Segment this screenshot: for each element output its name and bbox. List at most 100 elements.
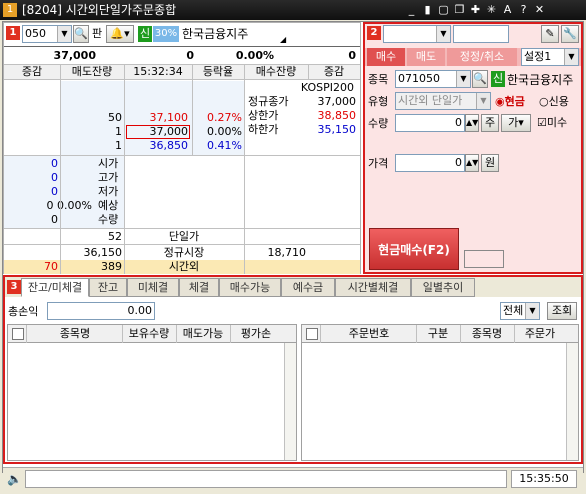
ask-qty: 1 [115,139,122,152]
radio-cash[interactable]: ◉현금 [495,95,525,109]
quote-panel: 1 050 ▼ 🔍 판 🔔▾ 신 30% 한국금융지주 ◢ 37,000 0 0.… [3,22,361,274]
ask-rate: 0.41% [207,139,242,152]
low-value: 0 [51,185,58,198]
chevron-down-icon[interactable]: ▼ [564,49,578,65]
orders-header: 주문번호 구분 종목명 주문가 [302,325,578,343]
order-type-select[interactable]: 시간외 단일가 ▼ [395,92,491,110]
after-hours-qty: 389 [101,260,122,273]
price-stepper[interactable]: ▲▼ [465,154,479,172]
after-hours-label: 시간외 [168,260,200,273]
price-label: 가격 [368,157,389,170]
tab-balance[interactable]: 잔고 [89,278,127,297]
qty-calc-button[interactable]: 가▾ [501,114,531,132]
balance-panel-badge: 3 [7,280,21,294]
ask-qty: 1 [115,125,122,138]
chevron-down-icon[interactable]: ▼ [57,26,71,42]
chevron-down-icon[interactable]: ▼ [476,93,490,109]
tab-sell[interactable]: 매도 [407,48,445,66]
radio-credit-label: 신용 [548,95,569,108]
tab-buyable[interactable]: 매수가능 [219,278,281,297]
price-unit-button[interactable]: 원 [481,154,499,172]
credit-badge: 신 [491,71,505,87]
qty-calc-label: 가 [508,116,519,129]
regular-market-label: 정규시장 [163,246,205,259]
tab-modify-cancel[interactable]: 정정/취소 [447,48,517,66]
stock-code-input[interactable]: 050 ▼ [22,25,72,43]
stock-code-value: 050 [25,27,46,40]
font-icon[interactable]: A [501,3,514,16]
pin-icon[interactable]: ✚ [469,3,482,16]
total-profit-value: 0.00 [47,302,155,320]
single-price-label: 단일가 [168,230,200,243]
order-stock-code-value: 071050 [398,72,440,85]
corner-arrow-icon: ◢ [280,35,287,44]
stock-name: 한국금융지주 [182,27,249,41]
password-input[interactable] [453,25,509,43]
col-order-stock: 종목명 [471,327,503,340]
balance-panel: 3 잔고/미체결 잔고 미체결 체결 매수가능 예수금 시간별체결 일별추이 총… [3,275,583,464]
eraser-icon[interactable]: ✎ [541,25,559,43]
order-stock-code[interactable]: 071050 ▼ [395,70,471,88]
upper-limit-label: 상한가 [248,109,279,122]
header-change: 증감 [21,65,43,78]
chevron-down-icon[interactable]: ▼ [436,26,450,42]
check-misu[interactable]: ☑미수 [537,116,567,130]
type-label: 유형 [368,95,389,108]
radio-credit[interactable]: ○신용 [539,95,569,109]
setting-select[interactable]: 설정1 ▼ [521,48,579,66]
query-button[interactable]: 조회 [547,302,577,320]
tab-buy[interactable]: 매수 [367,48,405,66]
buy-cash-button[interactable]: 현금매수(F2) [369,228,459,270]
chevron-down-icon[interactable]: ▼ [456,71,470,87]
col-order-price: 주문가 [524,327,556,340]
bell-icon[interactable]: 🔔▾ [106,25,134,43]
credit-badge: 신 [138,26,152,42]
wrench-icon[interactable]: 🔧 [561,25,579,43]
select-all-checkbox[interactable] [12,328,24,340]
search-icon[interactable]: 🔍 [472,70,488,88]
orders-scrollbar[interactable] [566,343,578,460]
header-change2: 증감 [323,65,345,78]
star-icon[interactable]: ✳ [485,3,498,16]
check-misu-label: 미수 [546,116,568,129]
orders-grid: 주문번호 구분 종목명 주문가 [301,324,579,461]
mouse-icon[interactable]: ▮ [421,3,434,16]
tab-unfilled[interactable]: 미체결 [127,278,179,297]
filter-select[interactable]: 전체 ▼ [500,302,540,320]
account-select[interactable]: ▼ [383,25,451,43]
qty-unit-button[interactable]: 주 [481,114,499,132]
order-type-value: 시간외 단일가 [398,94,463,107]
qty-stepper[interactable]: ▲▼ [465,114,479,132]
tab-balance-unfilled[interactable]: 잔고/미체결 [21,278,89,297]
tab-hourly-fill[interactable]: 시간별체결 [335,278,411,297]
speaker-icon[interactable]: 🔈 [7,472,22,486]
chevron-down-icon[interactable]: ▼ [525,303,539,319]
ask-price: 37,000 [149,125,189,138]
frame-icon[interactable]: ▢ [437,3,450,16]
low-label: 저가 [98,185,119,198]
ask-qty: 50 [108,111,122,124]
holdings-grid: 종목명 보유수량 매도가능 평가손 [7,324,297,461]
after-hours-row: 70 389 시간외 [4,260,360,274]
price-input[interactable]: 0 [395,154,465,172]
summary-price: 37,000 [53,49,96,62]
header-bid-qty: 매수잔량 [255,65,297,78]
high-value: 0 [51,171,58,184]
holdings-scrollbar[interactable] [284,343,296,460]
prev-close-label: 정규종가 [248,95,289,108]
restore-icon[interactable]: ❐ [453,3,466,16]
help-icon[interactable]: ? [517,3,530,16]
ask-rate: 0.27% [207,111,242,124]
tab-daily-trend[interactable]: 일별추이 [411,278,475,297]
qty-input[interactable]: 0 [395,114,465,132]
aux-box [464,250,504,268]
close-icon[interactable]: ✕ [533,3,546,16]
tab-filled[interactable]: 체결 [179,278,219,297]
select-all-orders-checkbox[interactable] [306,328,318,340]
search-icon[interactable]: 🔍 [73,25,89,43]
hoga-row[interactable]: 1 36,850 0.41% [4,139,360,153]
minimize-icon[interactable]: _ [405,3,418,16]
tab-deposit[interactable]: 예수금 [281,278,335,297]
header-rate: 등락율 [202,65,234,78]
expected-value: 0 0.00% [46,199,92,212]
